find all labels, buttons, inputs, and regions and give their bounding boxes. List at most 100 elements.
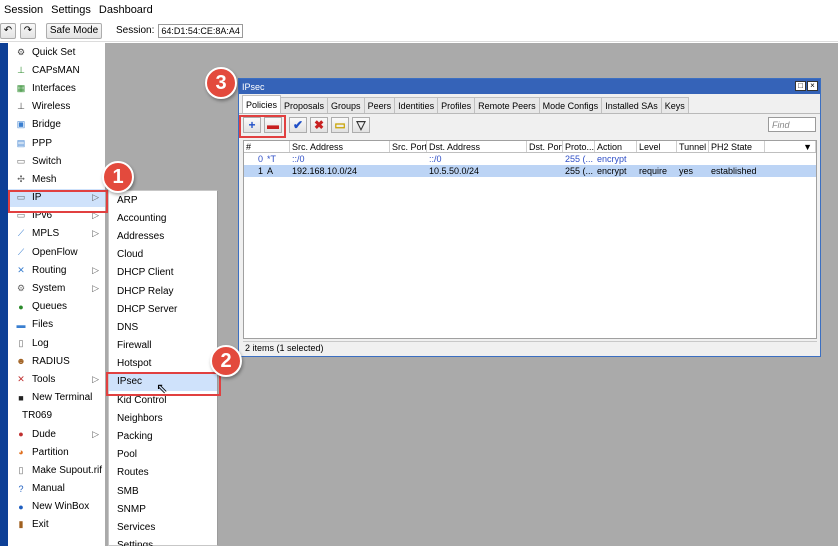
sidebar-item-queues[interactable]: ● Queues [8,298,105,316]
submenu-item-services[interactable]: Services [109,518,217,536]
sidebar-item-files[interactable]: ▬ Files [8,316,105,334]
column-header[interactable]: Action [595,141,637,152]
column-header[interactable]: # [244,141,290,152]
column-header[interactable]: Proto... [563,141,595,152]
submenu-item-packing[interactable]: Packing [109,427,217,445]
submenu-item-firewall[interactable]: Firewall [109,337,217,355]
sidebar-item-partition[interactable]: ◕ Partition [8,443,105,461]
submenu-item-smb[interactable]: SMB [109,482,217,500]
sidebar-item-interfaces[interactable]: ▦ Interfaces [8,79,105,97]
table-row[interactable]: 1 A 192.168.10.0/24 10.5.50.0/24 255 (... enc… [244,165,816,177]
sidebar-item-log[interactable]: ▯ Log [8,334,105,352]
sidebar-item-tr069[interactable]: TR069 [8,407,105,425]
column-header[interactable]: Dst. Address [427,141,527,152]
tab-keys[interactable]: Keys [660,97,689,113]
comment-button[interactable]: ▭ [331,117,349,133]
cell-action: encrypt [597,166,627,176]
enable-button[interactable]: ✔ [289,117,307,133]
safe-mode-button[interactable]: Safe Mode [46,22,102,39]
submenu-item-routes[interactable]: Routes [109,464,217,482]
sidebar-item-ppp[interactable]: ▤ PPP [8,134,105,152]
sidebar-item-mpls[interactable]: ⟋ MPLS ▷ [8,225,105,243]
columns-dropdown-icon[interactable]: ▼ [765,141,816,152]
ppp-icon: ▤ [16,137,26,148]
tab-peers[interactable]: Peers [363,97,396,113]
menu-settings[interactable]: Settings [47,4,95,16]
menu-dashboard[interactable]: Dashboard [95,4,157,16]
sidebar-item-bridge[interactable]: ▣ Bridge [8,116,105,134]
sidebar-item-wireless[interactable]: ⊥ Wireless [8,98,105,116]
sidebar-item-switch[interactable]: ▭ Switch [8,152,105,170]
submenu-item-snmp[interactable]: SNMP [109,500,217,518]
tab-groups[interactable]: Groups [327,97,365,113]
openflow-icon: ⟋ [17,246,25,257]
submenu-item-arp[interactable]: ARP [109,191,217,209]
cell-src: ::/0 [292,154,305,164]
column-header[interactable]: Src. Port [390,141,427,152]
submenu-item-cloud[interactable]: Cloud [109,246,217,264]
cell-dst-port [527,153,563,165]
sidebar-item-label: Exit [32,519,49,531]
column-header[interactable]: Src. Address [290,141,390,152]
sidebar-item-make-supout-rif[interactable]: ▯ Make Supout.rif [8,461,105,479]
capsman-icon: ⊥ [17,64,25,75]
sidebar-item-capsman[interactable]: ⊥ CAPsMAN [8,61,105,79]
tab-identities[interactable]: Identities [394,97,439,113]
sidebar-item-quick-set[interactable]: ⚙ Quick Set [8,43,105,61]
column-header[interactable]: Tunnel [677,141,709,152]
sidebar-item-system[interactable]: ⚙ System ▷ [8,279,105,297]
queues-icon: ● [18,301,24,312]
find-input[interactable]: Find [768,117,816,132]
tab-remote-peers[interactable]: Remote Peers [474,97,540,113]
submenu-item-dns[interactable]: DNS [109,318,217,336]
tab-mode-configs[interactable]: Mode Configs [538,97,603,113]
sidebar-item-label: Manual [32,483,65,495]
tab-installed-sas[interactable]: Installed SAs [601,97,662,113]
main-sidebar-menu: ⚙ Quick Set ⊥ CAPsMAN ▦ Interfaces ⊥ Wireless ▣ B… [8,43,105,546]
step-2-badge: 2 [210,345,242,377]
submenu-item-addresses[interactable]: Addresses [109,227,217,245]
sidebar-item-dude[interactable]: ● Dude ▷ [8,425,105,443]
submenu-item-pool[interactable]: Pool [109,446,217,464]
close-icon[interactable]: × [807,81,818,91]
window-title: IPsec [242,81,265,92]
submenu-item-neighbors[interactable]: Neighbors [109,409,217,427]
cell-level: require [639,166,668,176]
session-field[interactable]: 64:D1:54:CE:8A:A4 [158,23,243,38]
restore-icon[interactable]: □ [795,81,806,91]
filter-button[interactable]: ▽ [352,117,370,133]
submenu-item-dhcp-client[interactable]: DHCP Client [109,264,217,282]
submenu-item-settings[interactable]: Settings [109,537,217,546]
menu-bar: Session Settings Dashboard [0,0,838,20]
sidebar-item-exit[interactable]: ▮ Exit [8,516,105,534]
menu-session[interactable]: Session [0,4,47,16]
sidebar-item-label: Queues [32,301,68,313]
sidebar-item-new-winbox[interactable]: ● New WinBox [8,498,105,516]
table-row[interactable]: 0 *T::/0::/0 255 (... encrypt [244,153,816,165]
sidebar-item-manual[interactable]: ? Manual [8,480,105,498]
submenu-item-accounting[interactable]: Accounting [109,209,217,227]
submenu-item-dhcp-server[interactable]: DHCP Server [109,300,217,318]
sidebar-item-mesh[interactable]: ✣ Mesh [8,170,105,188]
submenu-item-hotspot[interactable]: Hotspot [109,355,217,373]
column-header[interactable]: PH2 State [709,141,765,152]
sidebar-item-routing[interactable]: ✕ Routing ▷ [8,261,105,279]
submenu-item-dhcp-relay[interactable]: DHCP Relay [109,282,217,300]
tab-profiles[interactable]: Profiles [437,97,476,113]
sidebar-item-radius[interactable]: ☻ RADIUS [8,352,105,370]
sidebar-item-tools[interactable]: ✕ Tools ▷ [8,370,105,388]
tab-proposals[interactable]: Proposals [280,97,329,113]
sidebar-item-label: PPP [32,137,53,149]
redo-icon: ↷ [23,25,33,36]
comment-icon: ▭ [334,118,346,132]
sidebar-item-openflow[interactable]: ⟋ OpenFlow [8,243,105,261]
column-header[interactable]: Dst. Port [527,141,563,152]
sidebar-item-label: New Terminal [32,392,93,404]
undo-button[interactable]: ↶ [0,22,16,39]
ipsec-window-titlebar[interactable]: IPsec □ × [239,79,820,94]
column-header[interactable]: Level [637,141,677,152]
tab-policies[interactable]: Policies [242,95,282,113]
sidebar-item-new-terminal[interactable]: ■ New Terminal [8,389,105,407]
redo-button[interactable]: ↷ [20,22,36,39]
disable-button[interactable]: ✖ [310,117,328,133]
